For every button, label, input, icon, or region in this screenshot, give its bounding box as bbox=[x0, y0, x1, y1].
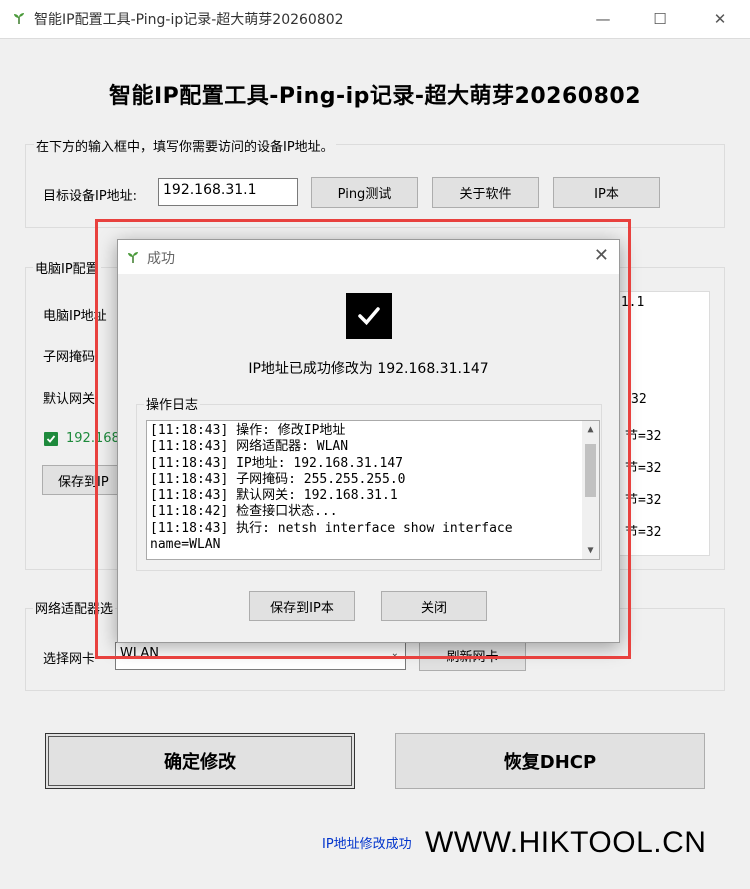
select-adapter-label: 选择网卡 bbox=[43, 652, 96, 667]
apply-changes-button[interactable]: 确定修改 bbox=[45, 733, 355, 789]
subnet-mask-label: 子网掩码: bbox=[43, 350, 100, 365]
close-window-button[interactable]: ✕ bbox=[697, 0, 743, 38]
target-ip-input[interactable]: 192.168.31.1 bbox=[158, 178, 298, 206]
pc-ip-group-title: 电脑IP配置 bbox=[33, 258, 101, 277]
window-title: 智能IP配置工具-Ping-ip记录-超大萌芽20260802 bbox=[34, 12, 344, 28]
status-text: IP地址修改成功 bbox=[322, 837, 412, 852]
ping-test-button[interactable]: Ping测试 bbox=[311, 177, 418, 208]
target-ip-label: 目标设备IP地址: bbox=[43, 189, 138, 204]
list-item: 32 bbox=[631, 392, 647, 407]
minimize-button[interactable]: — bbox=[580, 0, 626, 38]
target-hint-text: 在下方的输入框中，填写你需要访问的设备IP地址。 bbox=[34, 136, 336, 155]
checkmark-icon bbox=[44, 432, 58, 446]
maximize-button[interactable]: ☐ bbox=[637, 0, 683, 38]
gateway-label: 默认网关: bbox=[43, 392, 100, 407]
ip-book-button[interactable]: IP本 bbox=[553, 177, 660, 208]
restore-dhcp-button[interactable]: 恢复DHCP bbox=[395, 733, 705, 789]
about-button[interactable]: 关于软件 bbox=[432, 177, 539, 208]
sprout-icon bbox=[14, 13, 24, 24]
highlight-frame bbox=[95, 219, 631, 659]
watermark-text: WWW.HIKTOOL.CN bbox=[425, 826, 707, 859]
page-title: 智能IP配置工具-Ping-ip记录-超大萌芽20260802 bbox=[108, 84, 642, 109]
window-titlebar: 智能IP配置工具-Ping-ip记录-超大萌芽20260802 — ☐ ✕ bbox=[0, 0, 750, 38]
